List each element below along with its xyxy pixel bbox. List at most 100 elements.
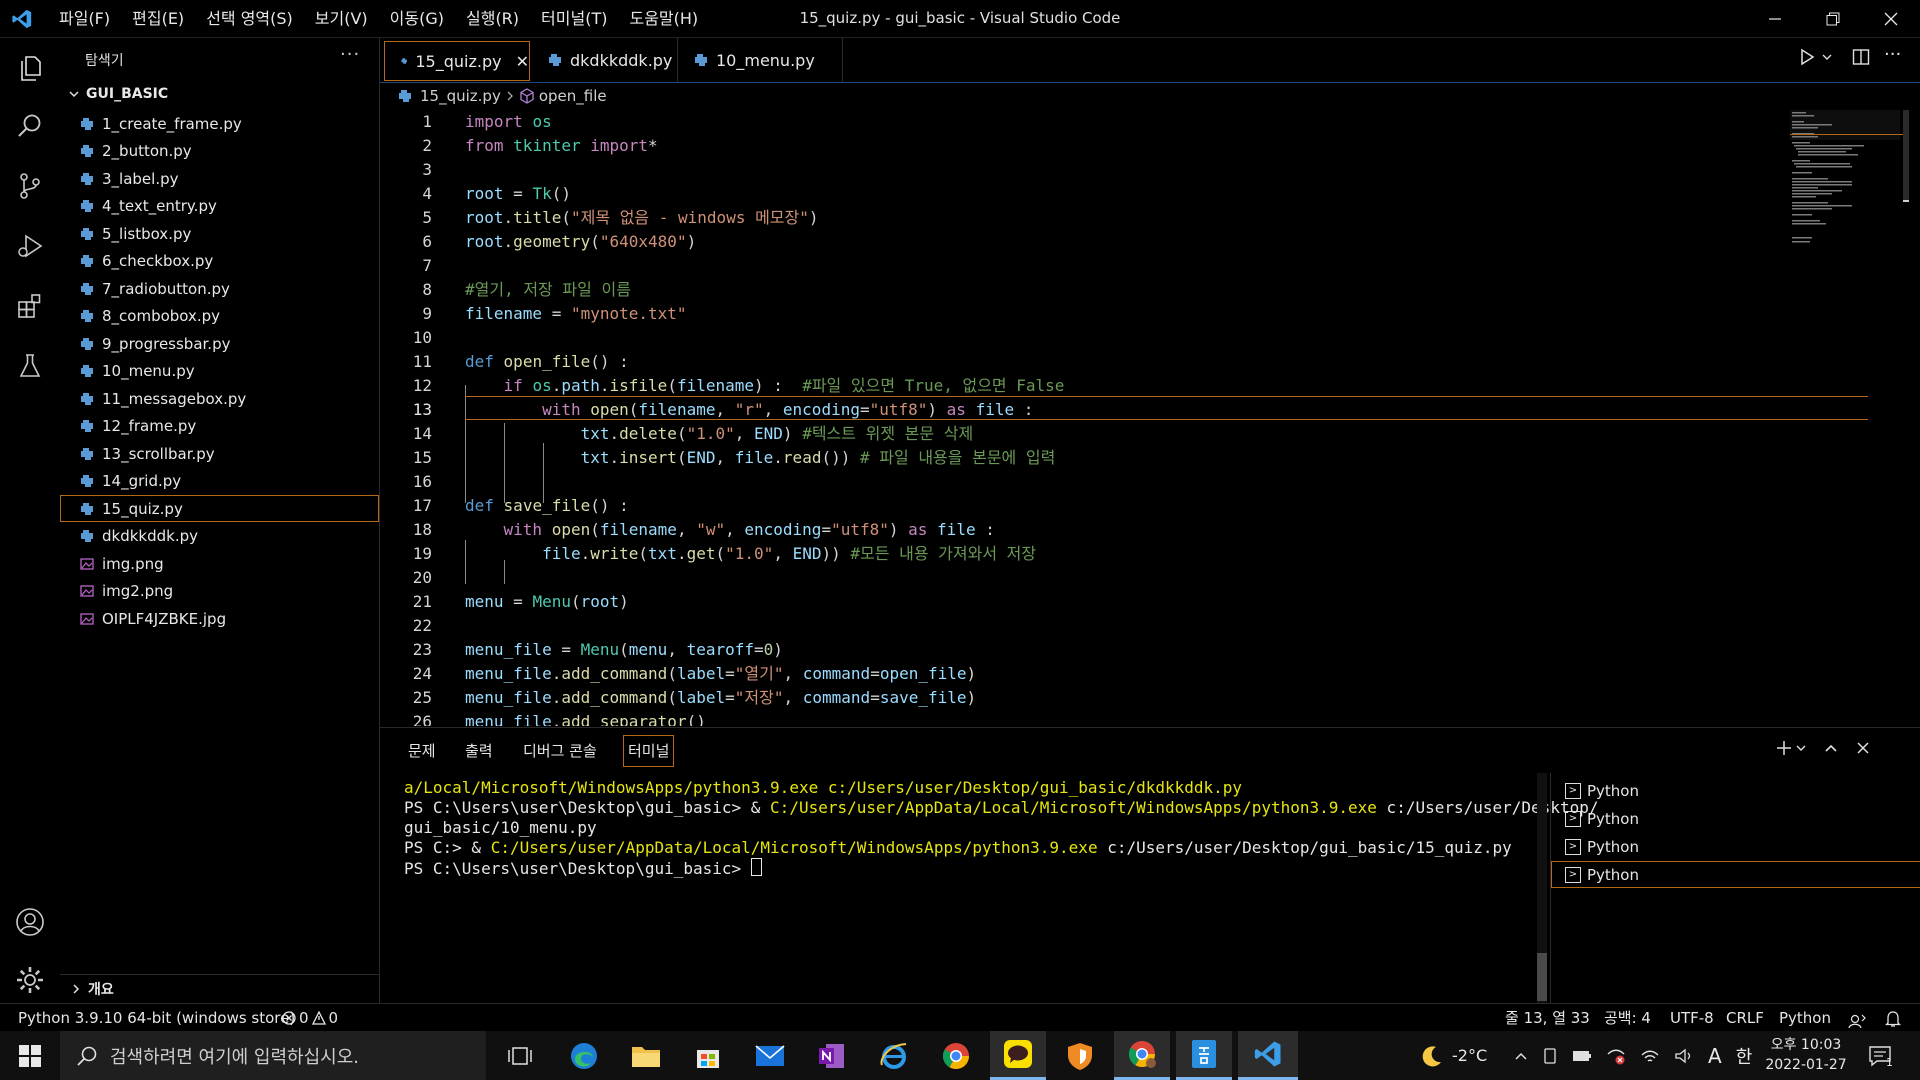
tab-terminal[interactable]: 터미널: [622, 735, 675, 767]
taskbar-chrome-profile[interactable]: [1114, 1031, 1170, 1080]
indentation[interactable]: 공백: 4: [1604, 1004, 1651, 1032]
explorer-button[interactable]: [0, 38, 60, 98]
taskbar-file-explorer[interactable]: [618, 1031, 674, 1080]
breadcrumb-symbol[interactable]: open_file: [539, 87, 607, 105]
terminal-scrollbar[interactable]: [1537, 773, 1547, 1003]
ime-mode-indicator[interactable]: A: [1708, 1044, 1722, 1068]
file-item[interactable]: 15_quiz.py: [60, 495, 379, 522]
taskbar-vpn[interactable]: [1052, 1031, 1108, 1080]
code-line: file.write(txt.get("1.0", END)) #모든 내용 가…: [542, 544, 1037, 563]
taskbar-edge[interactable]: [556, 1031, 612, 1080]
terminal-instance[interactable]: > Python: [1551, 805, 1920, 832]
folder-gui-basic[interactable]: GUI_BASIC: [68, 86, 168, 102]
file-item[interactable]: 14_grid.py: [60, 468, 379, 495]
terminal-instance[interactable]: > Python: [1551, 777, 1920, 804]
start-button[interactable]: [2, 1031, 58, 1080]
file-item[interactable]: 12_frame.py: [60, 413, 379, 440]
action-center-button[interactable]: 1: [1868, 1031, 1893, 1080]
file-item[interactable]: 13_scrollbar.py: [60, 440, 379, 467]
taskbar-ie[interactable]: [866, 1031, 922, 1080]
menu-go[interactable]: 이동(G): [379, 0, 455, 37]
file-item[interactable]: 9_progressbar.py: [60, 330, 379, 357]
restore-button[interactable]: [1804, 0, 1862, 37]
file-item[interactable]: 7_radiobutton.py: [60, 275, 379, 302]
file-item[interactable]: 1_create_frame.py: [60, 110, 379, 137]
minimap[interactable]: [1790, 110, 1910, 726]
file-item[interactable]: 2_button.py: [60, 138, 379, 165]
close-panel-icon[interactable]: [1856, 741, 1870, 755]
ime-language-indicator[interactable]: 한: [1736, 1043, 1753, 1069]
code-line: with open(filename, "w", encoding="utf8"…: [503, 520, 995, 539]
explorer-more-button[interactable]: ···: [340, 44, 360, 65]
breadcrumb-file[interactable]: 15_quiz.py: [420, 87, 501, 105]
menu-view[interactable]: 보기(V): [304, 0, 379, 37]
menu-selection[interactable]: 선택 영역(S): [195, 0, 304, 37]
manage-button[interactable]: [0, 950, 60, 1010]
taskbar-store[interactable]: [680, 1031, 736, 1080]
extensions-button[interactable]: [0, 276, 60, 336]
taskbar-hangul[interactable]: [1176, 1031, 1232, 1080]
task-view-button[interactable]: [492, 1031, 548, 1080]
network-error-icon[interactable]: [1606, 1047, 1626, 1065]
weather-widget[interactable]: -2°C: [1420, 1031, 1487, 1080]
file-item[interactable]: img2.png: [60, 578, 379, 605]
taskbar-chrome[interactable]: [928, 1031, 984, 1080]
python-file-icon: [549, 54, 561, 66]
wifi-icon[interactable]: [1640, 1047, 1660, 1065]
run-debug-button[interactable]: [0, 216, 60, 276]
end-of-line[interactable]: CRLF: [1726, 1004, 1764, 1032]
tab-dkdkkddk[interactable]: dkdkkddk.py: [532, 38, 678, 82]
device-icon[interactable]: [1542, 1047, 1558, 1065]
outline-section[interactable]: 개요: [60, 974, 379, 1003]
split-editor-button[interactable]: [1852, 48, 1870, 70]
volume-icon[interactable]: [1674, 1047, 1694, 1065]
cursor-position[interactable]: 줄 13, 열 33: [1505, 1004, 1590, 1032]
new-terminal-button[interactable]: [1776, 740, 1806, 756]
file-item[interactable]: dkdkkddk.py: [60, 523, 379, 550]
taskbar-kakaotalk[interactable]: [990, 1031, 1046, 1080]
search-button[interactable]: [0, 96, 60, 156]
clock[interactable]: 오후 10:03 2022-01-27: [1758, 1035, 1854, 1075]
tab-10-menu[interactable]: 10_menu.py: [678, 38, 843, 82]
tab-debug-console[interactable]: 디버그 콘솔: [519, 736, 601, 766]
tab-output[interactable]: 출력: [461, 736, 497, 766]
file-item[interactable]: img.png: [60, 550, 379, 577]
source-control-button[interactable]: [0, 156, 60, 216]
file-item[interactable]: 10_menu.py: [60, 358, 379, 385]
maximize-panel-icon[interactable]: [1824, 741, 1838, 755]
chevron-up-icon[interactable]: [1514, 1049, 1528, 1063]
file-item[interactable]: 4_text_entry.py: [60, 193, 379, 220]
run-python-file-button[interactable]: [1798, 48, 1832, 66]
minimize-button[interactable]: [1746, 0, 1804, 37]
taskbar-onenote[interactable]: [804, 1031, 860, 1080]
menu-edit[interactable]: 편집(E): [121, 0, 195, 37]
file-item[interactable]: 8_combobox.py: [60, 303, 379, 330]
file-item[interactable]: 5_listbox.py: [60, 220, 379, 247]
testing-button[interactable]: [0, 336, 60, 396]
close-window-button[interactable]: [1862, 0, 1920, 37]
language-mode[interactable]: Python: [1779, 1004, 1831, 1032]
file-item[interactable]: OIPLF4JZBKE.jpg: [60, 605, 379, 632]
file-item[interactable]: 11_messagebox.py: [60, 385, 379, 412]
taskbar-search-box[interactable]: 검색하려면 여기에 입력하십시오.: [60, 1031, 486, 1080]
problems-indicator[interactable]: 0 0: [282, 1004, 338, 1032]
python-interpreter[interactable]: Python 3.9.10 64-bit (windows store): [18, 1004, 295, 1032]
encoding[interactable]: UTF-8: [1670, 1004, 1714, 1032]
file-label: 8_combobox.py: [102, 307, 221, 325]
taskbar-mail[interactable]: [742, 1031, 798, 1080]
tab-problems[interactable]: 문제: [404, 736, 440, 766]
terminal-instance[interactable]: > Python: [1551, 833, 1920, 860]
menu-file[interactable]: 파일(F): [48, 0, 121, 37]
menu-run[interactable]: 실행(R): [455, 0, 530, 37]
file-item[interactable]: 6_checkbox.py: [60, 248, 379, 275]
method-icon: [520, 88, 534, 104]
battery-icon[interactable]: [1572, 1049, 1592, 1063]
tab-15-quiz[interactable]: 15_quiz.py ✕: [384, 41, 530, 81]
code-editor[interactable]: 1 import os 2 from tkinter import* 3 4 root…: [380, 110, 1920, 726]
more-actions-button[interactable]: ···: [1884, 44, 1901, 65]
terminal-instance[interactable]: > Python: [1551, 861, 1920, 888]
tab-close-button[interactable]: ✕: [516, 52, 529, 71]
taskbar-vscode[interactable]: [1238, 1031, 1298, 1080]
accounts-button[interactable]: [0, 892, 60, 952]
file-item[interactable]: 3_label.py: [60, 165, 379, 192]
